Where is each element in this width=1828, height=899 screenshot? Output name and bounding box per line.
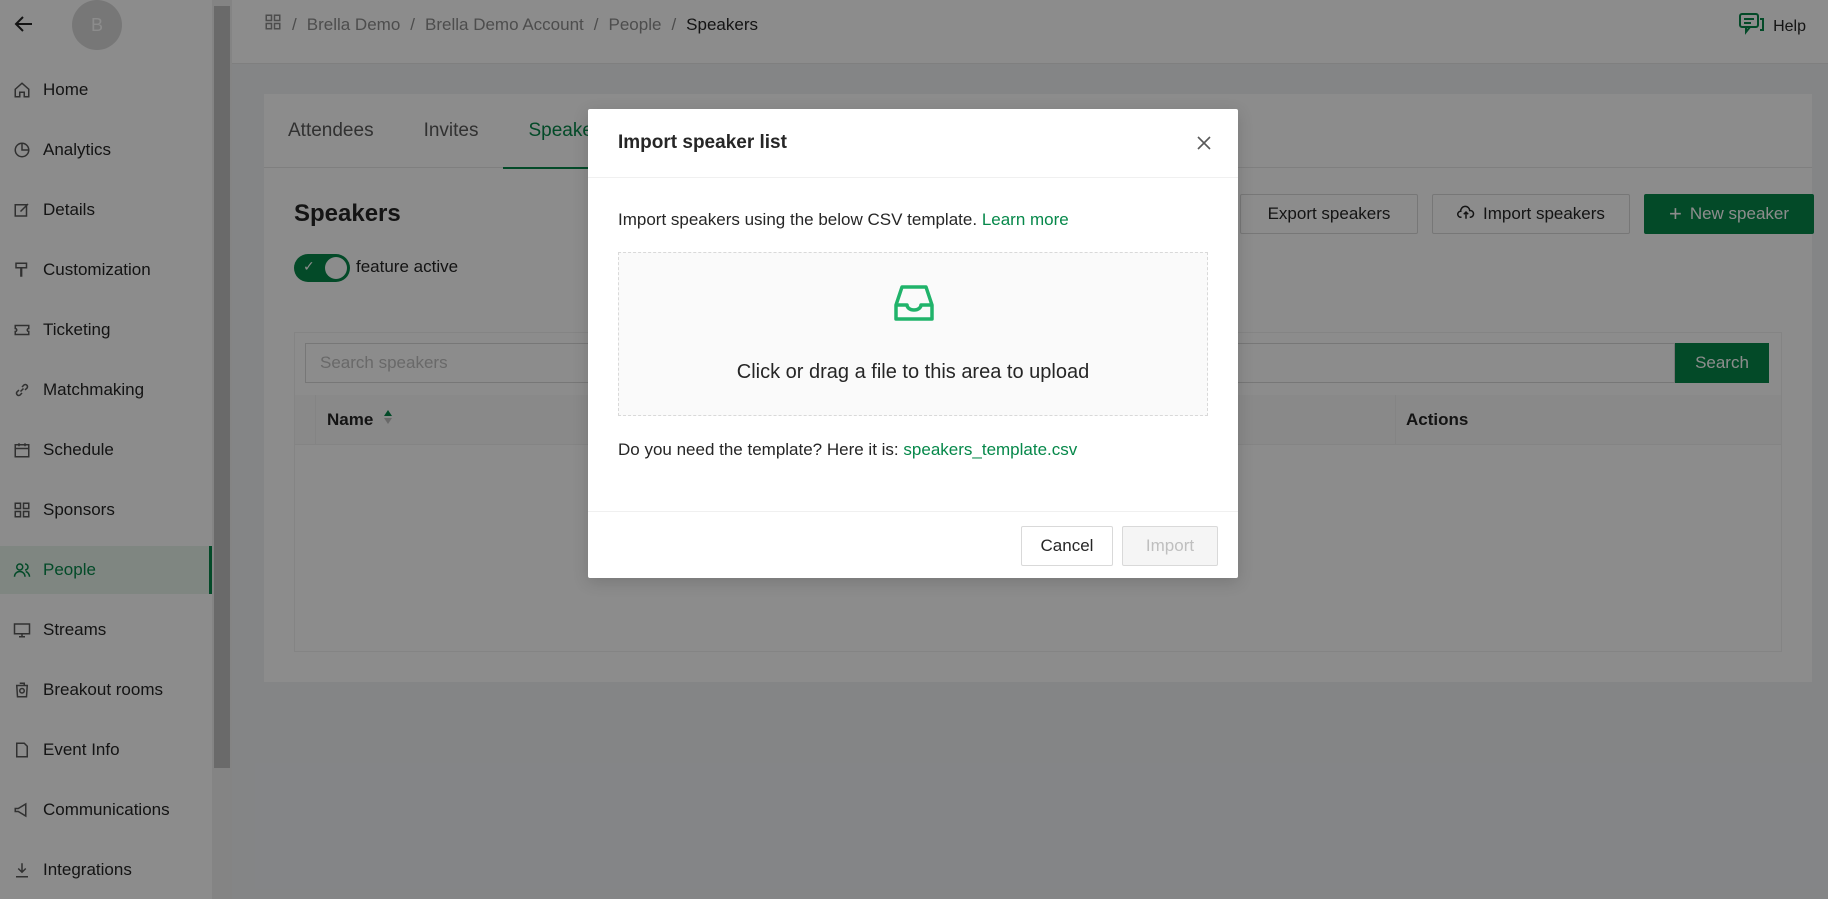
dropzone-text: Click or drag a file to this area to upl… bbox=[736, 361, 1090, 383]
upload-dropzone[interactable]: Click or drag a file to this area to upl… bbox=[618, 252, 1208, 416]
learn-more-link[interactable]: Learn more bbox=[982, 210, 1069, 229]
template-label: Do you need the template? Here it is: bbox=[618, 440, 899, 459]
cancel-button[interactable]: Cancel bbox=[1021, 526, 1113, 566]
modal-header: Import speaker list bbox=[588, 109, 1238, 178]
import-modal: Import speaker list Import speakers usin… bbox=[588, 109, 1238, 578]
modal-body: Import speakers using the below CSV temp… bbox=[618, 178, 1208, 460]
intro-text: Import speakers using the below CSV temp… bbox=[618, 210, 1208, 230]
intro-label: Import speakers using the below CSV temp… bbox=[618, 210, 978, 229]
modal-footer: Cancel Import bbox=[588, 511, 1238, 578]
inbox-icon bbox=[890, 279, 938, 327]
template-line: Do you need the template? Here it is: sp… bbox=[618, 440, 1208, 460]
import-button[interactable]: Import bbox=[1122, 526, 1218, 566]
template-download-link[interactable]: speakers_template.csv bbox=[903, 440, 1077, 459]
close-icon[interactable] bbox=[1192, 131, 1216, 155]
modal-title: Import speaker list bbox=[618, 132, 787, 153]
